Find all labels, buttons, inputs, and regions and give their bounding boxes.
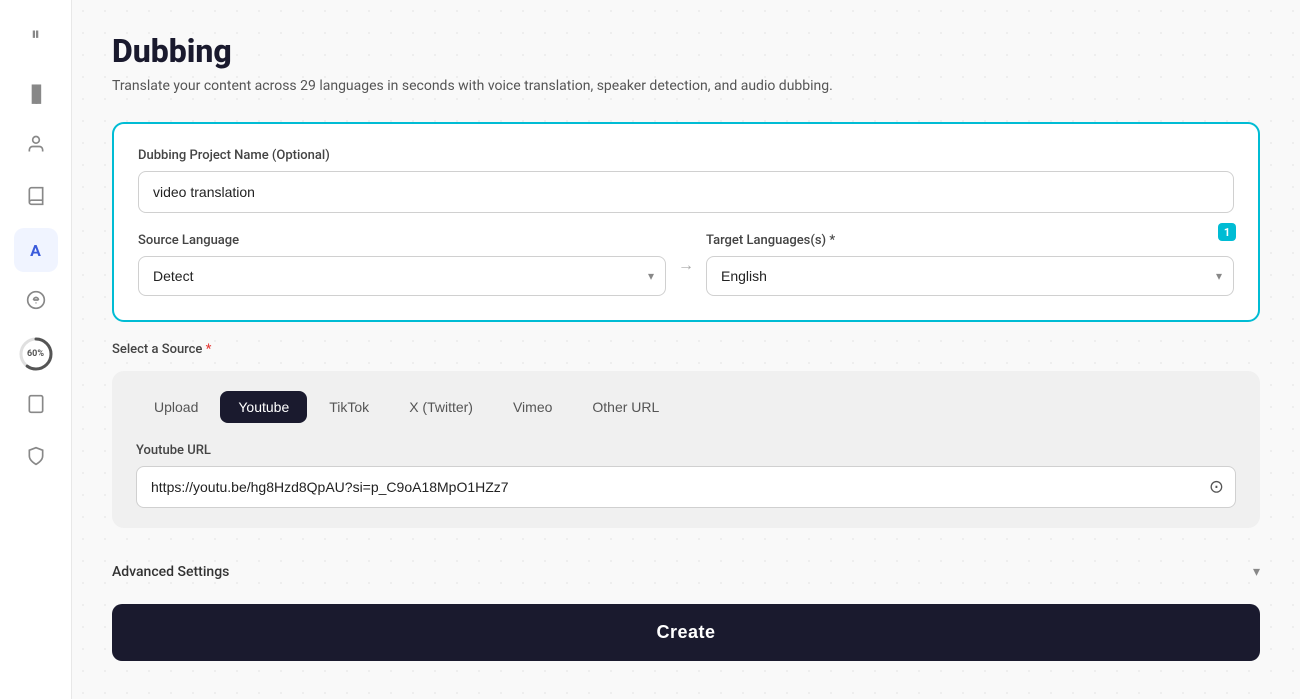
book-icon — [26, 186, 46, 211]
target-language-select[interactable]: English Spanish French German Chinese Ja… — [706, 256, 1234, 296]
source-required-marker: * — [202, 342, 211, 357]
source-language-group: Source Language Detect English Spanish F… — [138, 233, 666, 296]
target-language-label: Target Languages(s) * — [706, 233, 1234, 248]
sidebar: ⏸ ▐▌ A — [0, 0, 72, 699]
source-language-label: Source Language — [138, 233, 666, 248]
progress-circle: 60% — [17, 335, 55, 373]
sidebar-item-book[interactable] — [14, 176, 58, 220]
target-language-group: Target Languages(s) * 1 English Spanish … — [706, 233, 1234, 296]
arrow-right-icon: → — [678, 255, 694, 275]
create-button[interactable]: Create — [112, 604, 1260, 661]
sidebar-item-analytics[interactable]: ▐▌ — [14, 72, 58, 116]
sidebar-item-billing[interactable] — [14, 280, 58, 324]
dollar-icon — [26, 290, 46, 315]
tab-tiktok[interactable]: TikTok — [311, 391, 387, 423]
source-language-select-wrapper: Detect English Spanish French German Chi… — [138, 256, 666, 296]
tab-upload[interactable]: Upload — [136, 391, 216, 423]
url-input-wrapper: ⊙ — [136, 466, 1236, 508]
main-content: Dubbing Translate your content across 29… — [72, 0, 1300, 699]
source-section-label: Select a Source * — [112, 342, 1260, 357]
project-name-input[interactable] — [138, 171, 1234, 213]
advanced-settings-row[interactable]: Advanced Settings ▾ — [112, 548, 1260, 584]
sidebar-item-tablet[interactable] — [14, 384, 58, 428]
advanced-settings-label: Advanced Settings — [112, 564, 229, 580]
project-name-label: Dubbing Project Name (Optional) — [138, 148, 1234, 163]
page-subtitle: Translate your content across 29 languag… — [112, 78, 1260, 94]
target-language-select-wrapper: English Spanish French German Chinese Ja… — [706, 256, 1234, 296]
tab-youtube[interactable]: Youtube — [220, 391, 307, 423]
sidebar-item-shield[interactable] — [14, 436, 58, 480]
sidebar-item-progress: 60% — [14, 332, 58, 376]
sidebar-item-users[interactable] — [14, 124, 58, 168]
project-card: Dubbing Project Name (Optional) Source L… — [112, 122, 1260, 322]
pause-icon: ⏸ — [31, 24, 40, 45]
youtube-url-input[interactable] — [136, 466, 1236, 508]
shield-icon — [26, 446, 46, 471]
sidebar-item-pause[interactable]: ⏸ — [14, 12, 58, 56]
source-language-select[interactable]: Detect English Spanish French German Chi… — [138, 256, 666, 296]
url-label: Youtube URL — [136, 443, 1236, 458]
translate-icon: A — [30, 241, 41, 260]
source-tabs: Upload Youtube TikTok X (Twitter) Vimeo … — [136, 391, 1236, 423]
language-row: Source Language Detect English Spanish F… — [138, 233, 1234, 296]
page-title: Dubbing — [112, 32, 1260, 70]
sidebar-item-translate[interactable]: A — [14, 228, 58, 272]
analytics-icon: ▐▌ — [26, 84, 45, 104]
users-icon — [26, 134, 46, 159]
tablet-icon — [26, 394, 46, 419]
tab-vimeo[interactable]: Vimeo — [495, 391, 570, 423]
target-language-badge: 1 — [1218, 223, 1236, 241]
advanced-settings-chevron-icon: ▾ — [1253, 564, 1260, 580]
source-label-text: Select a Source — [112, 342, 202, 357]
tab-twitter[interactable]: X (Twitter) — [391, 391, 491, 423]
tab-other-url[interactable]: Other URL — [574, 391, 677, 423]
source-card: Upload Youtube TikTok X (Twitter) Vimeo … — [112, 371, 1260, 528]
